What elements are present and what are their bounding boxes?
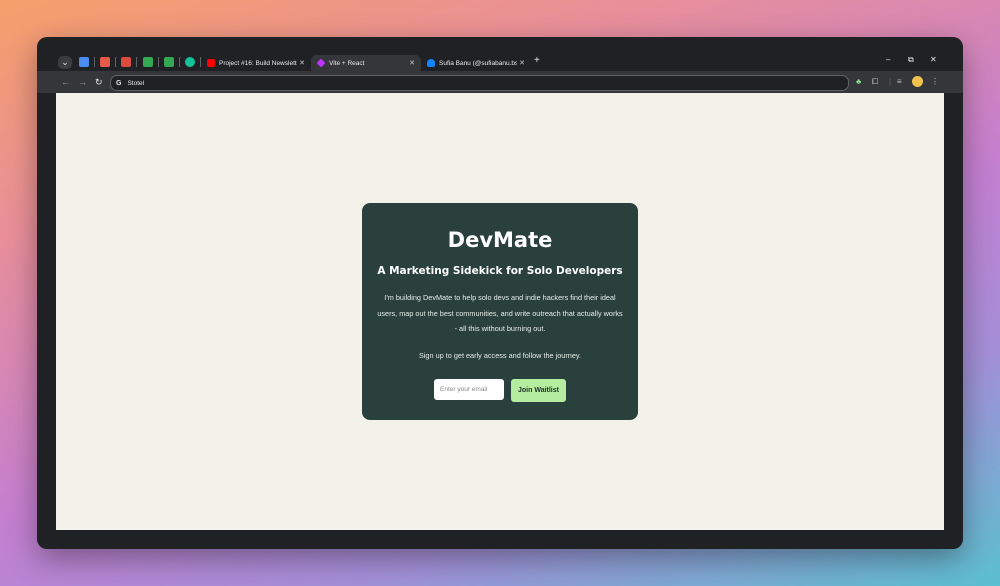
minimize-icon[interactable]: – (886, 55, 890, 64)
pinned-tab-grammarly-icon[interactable] (185, 57, 195, 67)
tab-title: Sufia Banu (@sufiabanu.bsky.so (439, 59, 517, 67)
tab-title: Vite + React (329, 59, 365, 67)
pinned-tab-sheets-icon[interactable] (143, 57, 153, 67)
tab-search-icon[interactable]: ⌄ (58, 56, 72, 69)
new-tab-button[interactable]: + (534, 55, 540, 66)
pinned-tab-todoist-icon[interactable] (121, 57, 131, 67)
google-icon: G (116, 79, 122, 87)
close-tab-icon[interactable]: ✕ (517, 59, 527, 67)
pinned-tab-figma-icon[interactable] (100, 57, 110, 67)
pinned-tab-sheets-icon[interactable] (164, 57, 174, 67)
pinned-tab-tasks-icon[interactable] (79, 57, 89, 67)
tab-separator (158, 57, 159, 67)
reading-list-icon[interactable]: ≡ (897, 76, 902, 88)
toolbar-separator: | (889, 77, 892, 86)
tab-bluesky[interactable]: Sufia Banu (@sufiabanu.bsky.so ✕ (421, 55, 531, 71)
reload-icon[interactable]: ↻ (95, 76, 103, 88)
tab-separator (94, 57, 95, 67)
tab-title: Project #16: Build Newsletter Si (219, 59, 297, 67)
tab-strip: ⌄ Project #16: Build Newsletter Si ✕ Vit… (37, 37, 963, 71)
url-text: Stotel (127, 79, 145, 87)
description-text: I'm building DevMate to help solo devs a… (377, 293, 623, 334)
browser-toolbar: ← → ↻ G Stotel ♣ ⧠ | ≡ ⋮ (37, 71, 963, 93)
tab-vite-react[interactable]: Vite + React ✕ (311, 55, 421, 71)
browser-window: ⌄ Project #16: Build Newsletter Si ✕ Vit… (37, 37, 963, 549)
forward-icon[interactable]: → (78, 76, 87, 88)
page-subtitle: A Marketing Sidekick for Solo Developers (377, 265, 623, 277)
close-window-icon[interactable]: ✕ (930, 55, 937, 64)
page-viewport: DevMate A Marketing Sidekick for Solo De… (56, 93, 944, 530)
youtube-icon (207, 59, 215, 67)
address-bar[interactable]: G Stotel (110, 75, 849, 91)
restore-icon[interactable]: ⧉ (908, 55, 914, 65)
extension-icon[interactable]: ♣ (856, 76, 861, 88)
tab-separator (136, 57, 137, 67)
page-title: DevMate (447, 228, 553, 252)
tab-separator (115, 57, 116, 67)
join-waitlist-button[interactable]: Join Waitlist (511, 379, 566, 402)
bluesky-icon (427, 59, 435, 67)
tab-youtube[interactable]: Project #16: Build Newsletter Si ✕ (201, 55, 311, 71)
menu-kebab-icon[interactable]: ⋮ (931, 76, 939, 88)
vite-icon (316, 58, 326, 68)
profile-avatar[interactable] (912, 76, 923, 87)
waitlist-card: DevMate A Marketing Sidekick for Solo De… (362, 203, 638, 420)
email-input[interactable] (434, 379, 504, 400)
back-icon[interactable]: ← (61, 76, 70, 88)
extensions-puzzle-icon[interactable]: ⧠ (872, 76, 878, 88)
close-tab-icon[interactable]: ✕ (407, 59, 417, 67)
tab-separator (179, 57, 180, 67)
signup-text: Sign up to get early access and follow t… (418, 351, 582, 360)
close-tab-icon[interactable]: ✕ (297, 59, 307, 67)
